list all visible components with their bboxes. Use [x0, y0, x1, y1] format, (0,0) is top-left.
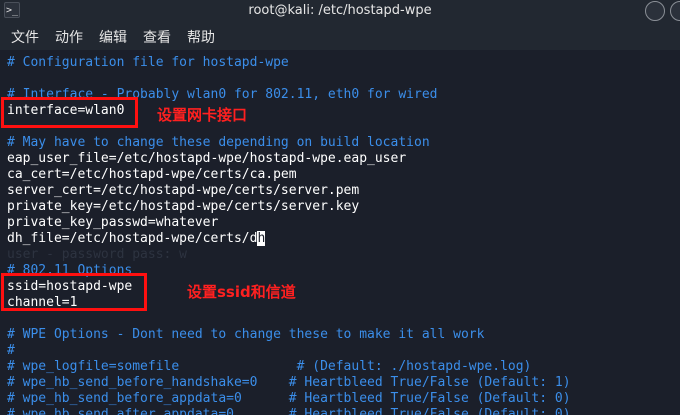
menu-file[interactable]: 文件 — [11, 27, 39, 47]
window-title: root@kali: /etc/hostapd-wpe — [248, 3, 432, 18]
maximize-button[interactable] — [670, 1, 680, 21]
editor-line[interactable]: # wpe_hb_send_after_appdata=0 # Heartble… — [7, 407, 571, 415]
editor-line[interactable]: ca_cert=/etc/hostapd-wpe/certs/ca.pem — [7, 167, 297, 183]
line-text: private_key_passwd=whatever — [7, 215, 219, 230]
editor-line[interactable]: eap_user_file=/etc/hostapd-wpe/hostapd-w… — [7, 151, 406, 167]
menu-help[interactable]: 帮助 — [187, 27, 215, 47]
editor-line[interactable]: # wpe_logfile=somefile # (Default: ./hos… — [7, 359, 531, 375]
editor-line[interactable]: private_key=/etc/hostapd-wpe/certs/serve… — [7, 199, 359, 215]
line-text: # May have to change these depending on … — [7, 135, 430, 150]
line-text: # wpe_hb_send_before_handshake=0 # Heart… — [7, 375, 571, 390]
editor-line[interactable]: user - password pass: w — [7, 247, 187, 263]
line-text: eap_user_file=/etc/hostapd-wpe/hostapd-w… — [7, 151, 407, 166]
editor-line[interactable]: # Configuration file for hostapd-wpe — [7, 55, 289, 71]
line-text: ca_cert=/etc/hostapd-wpe/certs/ca.pem — [7, 167, 297, 182]
menu-bar: 文件 动作 编辑 查看 帮助 — [0, 22, 680, 50]
line-text: private_key=/etc/hostapd-wpe/certs/serve… — [7, 199, 360, 214]
interface-annotation: 设置网卡接口 — [157, 106, 248, 124]
line-text: # wpe_hb_send_after_appdata=0 # Heartble… — [7, 407, 571, 415]
line-text: # WPE Options - Dont need to change thes… — [7, 327, 485, 342]
menu-action[interactable]: 动作 — [55, 27, 83, 47]
editor-line[interactable]: dh_file=/etc/hostapd-wpe/certs/dh — [7, 231, 266, 247]
ssid-annotation: 设置ssid和信道 — [187, 283, 296, 301]
editor-line[interactable]: server_cert=/etc/hostapd-wpe/certs/serve… — [7, 183, 359, 199]
ssid-highlight-box — [1, 273, 147, 311]
editor-line[interactable]: # wpe_hb_send_before_appdata=0 # Heartbl… — [7, 391, 571, 407]
editor-line[interactable]: # May have to change these depending on … — [7, 135, 430, 151]
line-text: # Configuration file for hostapd-wpe — [7, 55, 289, 70]
editor-line[interactable]: # wpe_hb_send_before_handshake=0 # Heart… — [7, 375, 571, 391]
minimize-button[interactable] — [645, 1, 665, 21]
interface-highlight-box — [1, 97, 138, 128]
text-cursor: h — [257, 231, 266, 246]
line-text: server_cert=/etc/hostapd-wpe/certs/serve… — [7, 183, 360, 198]
editor-line[interactable]: private_key_passwd=whatever — [7, 215, 218, 231]
title-bar: >_ root@kali: /etc/hostapd-wpe — [0, 0, 680, 22]
editor-line[interactable]: # — [7, 343, 15, 359]
line-text: # — [7, 343, 15, 358]
menu-edit[interactable]: 编辑 — [99, 27, 127, 47]
line-text: # wpe_hb_send_before_appdata=0 # Heartbl… — [7, 391, 571, 406]
line-text: user - password pass: w — [7, 247, 188, 262]
line-text: # wpe_logfile=somefile # (Default: ./hos… — [7, 359, 532, 374]
editor-line[interactable]: # WPE Options - Dont need to change thes… — [7, 327, 484, 343]
menu-view[interactable]: 查看 — [143, 27, 171, 47]
line-text: dh_file=/etc/hostapd-wpe/certs/d — [7, 231, 258, 246]
